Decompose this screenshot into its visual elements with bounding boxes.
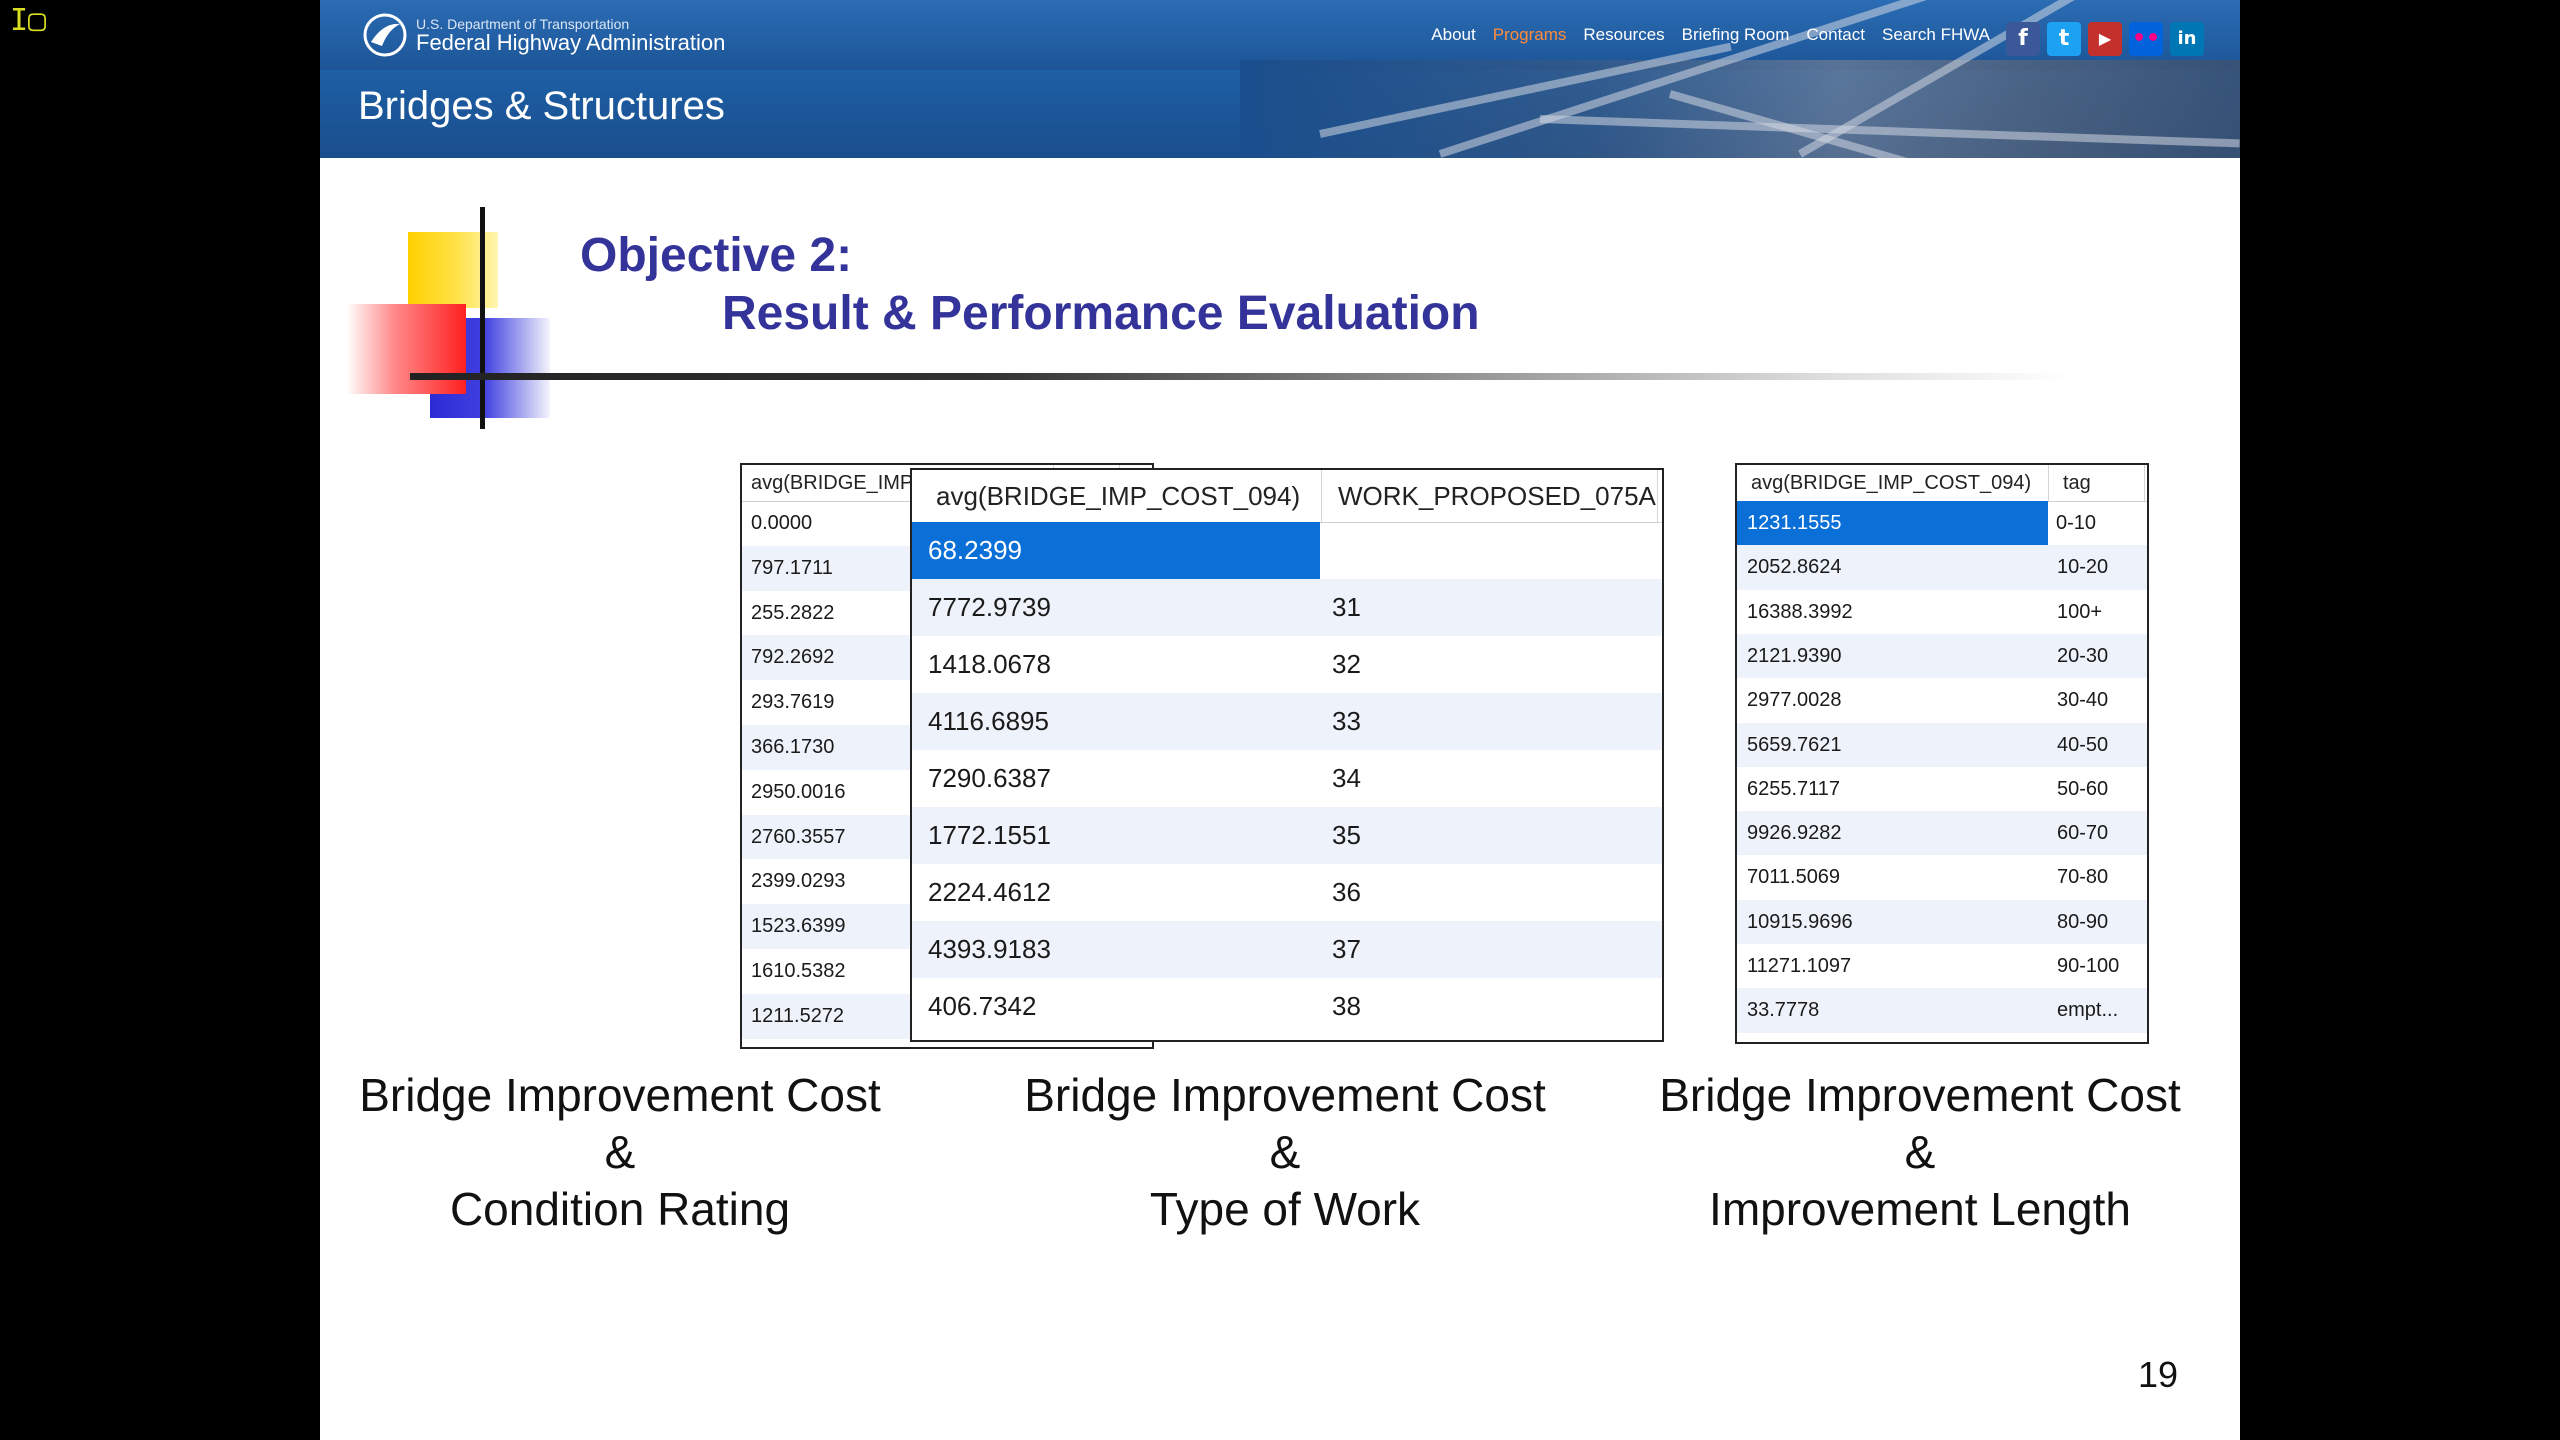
table-row[interactable]: 11271.1097 90-100	[1737, 944, 2147, 988]
table-row[interactable]: 7772.9739 31	[912, 579, 1662, 636]
selected-cell[interactable]: 68.2399	[912, 522, 1320, 579]
table-header: avg(BRIDGE_IMP_COST_094) tag	[1737, 465, 2147, 502]
linkedin-icon[interactable]: in	[2170, 22, 2204, 56]
column-header[interactable]: avg(BRIDGE_IMP_COST_094)	[912, 470, 1322, 522]
dot-logo-icon[interactable]	[362, 12, 408, 58]
column-header[interactable]: WORK_PROPOSED_075A	[1322, 470, 1658, 522]
nav-search-fhwa[interactable]: Search FHWA	[1882, 25, 1990, 45]
caption-improvement-length: Bridge Improvement Cost & Improvement Le…	[1659, 1069, 2181, 1235]
table-row[interactable]: 2977.0028 30-40	[1737, 678, 2147, 722]
window-indicator-icon: I▢	[10, 3, 47, 38]
twitter-icon[interactable]: t	[2047, 22, 2081, 56]
table-row[interactable]: 5659.7621 40-50	[1737, 722, 2147, 767]
social-links: f t ▶ •• in	[2006, 22, 2204, 56]
table-row[interactable]: 2224.4612 36	[912, 864, 1662, 921]
table-improvement-length: avg(BRIDGE_IMP_COST_094) tag 1231.1555 0-…	[1735, 463, 2149, 1044]
nav-programs[interactable]: Programs	[1493, 25, 1567, 45]
table-row[interactable]: 2052.8624 10-20	[1737, 545, 2147, 590]
nav-resources[interactable]: Resources	[1583, 25, 1664, 45]
page-number: 19	[2138, 1354, 2179, 1395]
facebook-icon[interactable]: f	[2006, 22, 2040, 56]
agency-name[interactable]: Federal Highway Administration	[416, 30, 725, 56]
decor-vertical-line	[480, 207, 485, 429]
top-nav: About Programs Resources Briefing Room C…	[1431, 25, 1990, 45]
table-row[interactable]: 1231.1555 0-10	[1737, 501, 2147, 546]
table-row[interactable]: 16388.3992 100+	[1737, 590, 2147, 634]
flickr-icon[interactable]: ••	[2129, 22, 2163, 56]
youtube-icon[interactable]: ▶	[2088, 22, 2122, 56]
slide-heading-line1: Objective 2:	[580, 229, 853, 282]
nav-briefing-room[interactable]: Briefing Room	[1682, 25, 1790, 45]
table-row[interactable]: 9926.9282 60-70	[1737, 811, 2147, 856]
decor-red-square	[346, 304, 466, 394]
table-row[interactable]: 6255.7117 50-60	[1737, 767, 2147, 811]
table-row[interactable]: 7290.6387 34	[912, 750, 1662, 807]
table-row[interactable]: 4393.9183 37	[912, 921, 1662, 978]
table-row[interactable]: 1418.0678 32	[912, 636, 1662, 693]
nav-about[interactable]: About	[1431, 25, 1475, 45]
slide: U.S. Department of Transportation Federa…	[320, 0, 2240, 1440]
caption-type-of-work: Bridge Improvement Cost & Type of Work	[1024, 1069, 1546, 1235]
table-row[interactable]: 68.2399	[912, 522, 1662, 579]
table-row[interactable]: 4116.6895 33	[912, 693, 1662, 750]
site-title[interactable]: Bridges & Structures	[358, 84, 725, 129]
heading-rule	[410, 373, 2070, 380]
caption-condition-rating: Bridge Improvement Cost & Condition Rati…	[359, 1069, 881, 1235]
table-row[interactable]: 406.7342 38	[912, 978, 1662, 1035]
table-row[interactable]: 2121.9390 20-30	[1737, 633, 2147, 679]
column-header[interactable]: avg(BRIDGE_IMP_COST_094)	[1737, 465, 2049, 501]
nav-contact[interactable]: Contact	[1806, 25, 1865, 45]
column-header[interactable]: tag	[2049, 465, 2145, 501]
slide-heading-line2: Result & Performance Evaluation	[722, 287, 1480, 340]
selected-cell[interactable]: 1231.1555	[1737, 501, 2048, 546]
site-header: U.S. Department of Transportation Federa…	[320, 0, 2240, 158]
table-row[interactable]: 10915.9696 80-90	[1737, 899, 2147, 944]
header-highway-photo	[1240, 0, 2240, 158]
table-type-of-work: avg(BRIDGE_IMP_COST_094) WORK_PROPOSED_0…	[910, 468, 1664, 1042]
table-header: avg(BRIDGE_IMP_COST_094) WORK_PROPOSED_0…	[912, 470, 1662, 523]
table-row[interactable]: 7011.5069 70-80	[1737, 855, 2147, 899]
table-row[interactable]: 33.7778 empt...	[1737, 988, 2147, 1033]
table-row[interactable]: 1772.1551 35	[912, 807, 1662, 864]
